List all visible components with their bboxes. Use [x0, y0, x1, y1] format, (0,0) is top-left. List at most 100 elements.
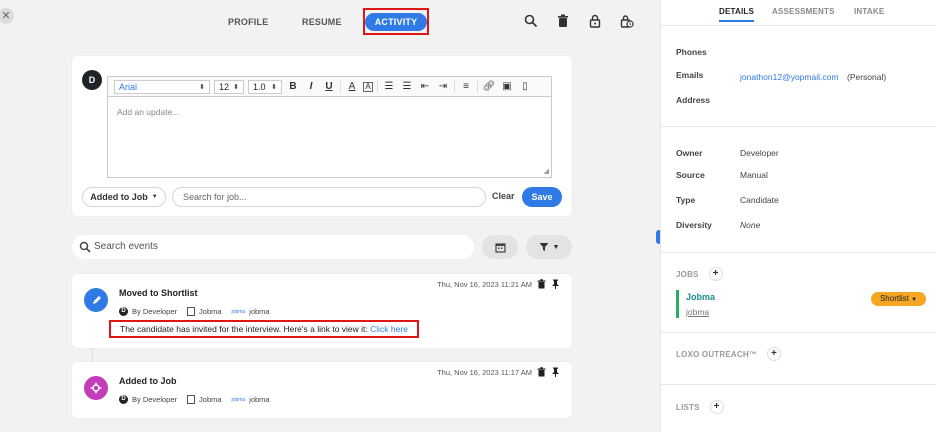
ordered-list-icon[interactable]: ☰: [382, 80, 396, 94]
tab-resume[interactable]: RESUME: [302, 12, 342, 32]
avatar: D: [82, 70, 102, 90]
outreach-header-label: LOXO OUTREACH™: [676, 349, 758, 359]
caret-down-icon: ▼: [552, 243, 560, 251]
event-timestamp: Thu, Nov 16, 2023 11:17 AM: [437, 368, 532, 377]
jobs-header-label: JOBS: [676, 269, 699, 279]
event-job[interactable]: jobma: [249, 307, 269, 316]
outreach-header: LOXO OUTREACH™ +: [676, 347, 782, 361]
job-company-link[interactable]: jobma: [686, 307, 709, 317]
tab-assessments[interactable]: ASSESSMENTS: [772, 7, 835, 16]
event-icon: [84, 376, 108, 400]
email-link[interactable]: jonathon12@yopmail.com: [740, 72, 838, 82]
event-company[interactable]: Jobma: [199, 307, 222, 316]
line-height-select[interactable]: 1.0 ⬍: [248, 79, 282, 94]
link-icon[interactable]: 🔗︎: [482, 80, 496, 94]
clear-button[interactable]: Clear: [492, 191, 515, 201]
trash-icon[interactable]: [537, 367, 546, 377]
save-button[interactable]: Save: [522, 187, 562, 207]
tab-activity[interactable]: ACTIVITY: [363, 8, 429, 35]
chevron-down-icon: ⬍: [271, 83, 277, 91]
jobs-header: JOBS +: [676, 267, 723, 281]
event-title: Moved to Shortlist: [119, 288, 198, 298]
added-to-job-dropdown[interactable]: Added to Job ▼: [82, 187, 166, 207]
filter-button[interactable]: ▼: [526, 235, 572, 259]
source-label: Source: [676, 170, 705, 180]
tab-activity-label: ACTIVITY: [364, 12, 428, 31]
size-select[interactable]: 12 ⬍: [214, 79, 244, 94]
event-company[interactable]: Jobma: [199, 395, 222, 404]
details-panel: DETAILS ASSESSMENTS INTAKE Phones Emails…: [660, 0, 936, 432]
search-events-input[interactable]: Search events: [72, 235, 474, 259]
update-composer: D Arial ⬍ 12 ⬍ 1.0 ⬍ B I U A A ☰ ☰ ⇤ ⇥ ≡ 🔗: [72, 56, 572, 216]
emails-label: Emails: [676, 70, 704, 80]
size-select-value: 12: [219, 81, 230, 92]
image-icon[interactable]: ▣: [500, 80, 514, 94]
owner-value: Developer: [740, 148, 779, 158]
divider: [661, 252, 936, 253]
tab-intake[interactable]: INTAKE: [854, 7, 884, 16]
add-outreach-button[interactable]: +: [767, 347, 782, 361]
event-card: Moved to Shortlist Thu, Nov 16, 2023 11:…: [72, 274, 572, 348]
font-select-value: Arial: [119, 81, 138, 92]
job-search-input[interactable]: Search for job...: [172, 187, 486, 207]
tab-details[interactable]: DETAILS: [719, 7, 755, 22]
divider: [661, 126, 936, 127]
toolbar-divider: [454, 80, 455, 93]
target-icon: [90, 382, 102, 394]
added-to-job-label: Added to Job: [90, 192, 148, 202]
rich-text-editor: Arial ⬍ 12 ⬍ 1.0 ⬍ B I U A A ☰ ☰ ⇤ ⇥ ≡ 🔗︎ ▣…: [107, 76, 552, 178]
source-value: Manual: [740, 170, 768, 180]
highlight-color-icon[interactable]: A: [363, 81, 373, 92]
type-value: Candidate: [740, 195, 779, 205]
search-icon[interactable]: [524, 14, 538, 28]
editor-toolbar: Arial ⬍ 12 ⬍ 1.0 ⬍ B I U A A ☰ ☰ ⇤ ⇥ ≡ 🔗︎ ▣…: [108, 77, 551, 97]
lock-clock-icon[interactable]: [620, 14, 634, 28]
bold-icon[interactable]: B: [286, 80, 300, 94]
tab-profile[interactable]: PROFILE: [228, 12, 268, 32]
divider: [661, 332, 936, 333]
job-name-link[interactable]: Jobma: [686, 292, 715, 302]
toolbar-divider: [377, 80, 378, 93]
font-select[interactable]: Arial ⬍: [114, 79, 210, 94]
add-list-button[interactable]: +: [709, 400, 724, 414]
line-height-select-value: 1.0: [253, 81, 266, 92]
trash-icon[interactable]: [537, 279, 546, 289]
event-title: Added to Job: [119, 376, 177, 386]
caret-down-icon: ▼: [911, 297, 918, 303]
italic-icon[interactable]: I: [304, 80, 318, 94]
shortlist-status-dropdown[interactable]: Shortlist ▼: [871, 292, 926, 306]
lock-icon[interactable]: [588, 14, 602, 28]
jobma-logo-icon: jobma: [231, 308, 246, 315]
trash-icon[interactable]: [556, 14, 570, 28]
update-textarea[interactable]: Add an update...: [108, 97, 551, 127]
pin-icon[interactable]: [551, 367, 560, 377]
outdent-icon[interactable]: ⇤: [418, 80, 432, 94]
unordered-list-icon[interactable]: ☰: [400, 80, 414, 94]
align-icon[interactable]: ≡: [459, 80, 473, 94]
event-job[interactable]: jobma: [249, 395, 269, 404]
event-author: By Developer: [132, 307, 178, 316]
indent-icon[interactable]: ⇥: [436, 80, 450, 94]
click-here-link[interactable]: Click here: [370, 324, 408, 334]
add-job-button[interactable]: +: [708, 267, 723, 281]
event-meta: D By Developer Jobma jobma jobma: [119, 395, 270, 404]
diversity-label: Diversity: [676, 220, 712, 230]
event-note: The candidate has invited for the interv…: [109, 320, 419, 338]
font-color-icon[interactable]: A: [345, 80, 359, 94]
document-icon[interactable]: ▯: [518, 80, 532, 94]
event-icon: [84, 288, 108, 312]
lists-header: LISTS +: [676, 400, 724, 414]
phones-label: Phones: [676, 47, 707, 57]
resize-handle-icon[interactable]: ◢: [544, 167, 549, 175]
developer-avatar-icon: D: [119, 395, 128, 404]
pin-icon[interactable]: [551, 279, 560, 289]
chevron-down-icon: ⬍: [199, 83, 205, 91]
underline-icon[interactable]: U: [322, 80, 336, 94]
job-status-bar: [676, 290, 679, 318]
event-note-text: The candidate has invited for the interv…: [120, 324, 371, 334]
developer-avatar-icon: D: [119, 307, 128, 316]
pencil-icon: [92, 295, 101, 304]
event-meta: D By Developer Jobma jobma jobma: [119, 307, 270, 316]
filter-icon: [539, 243, 549, 251]
calendar-button[interactable]: [482, 235, 518, 259]
